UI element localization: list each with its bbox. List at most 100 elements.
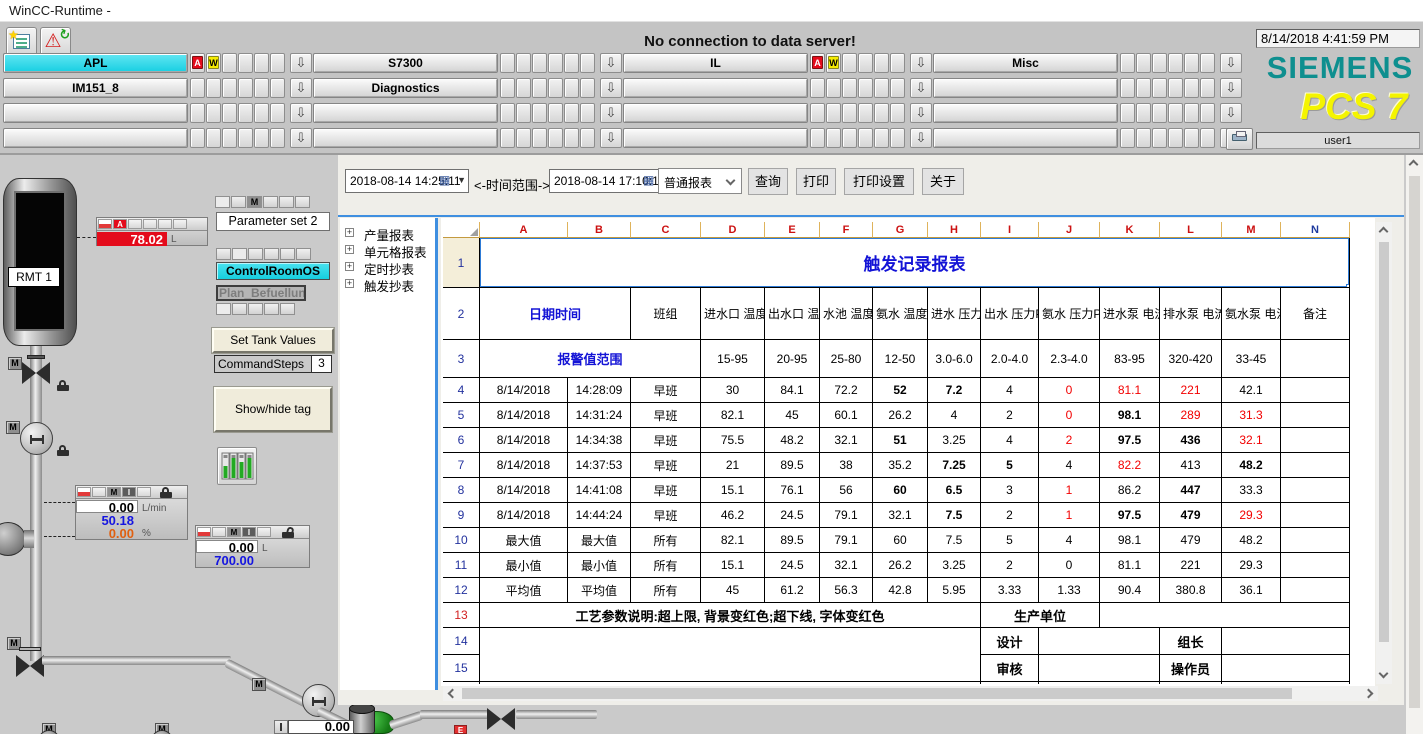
level-faceplate[interactable]: A 78.02 L bbox=[96, 217, 208, 246]
time-cell[interactable]: 14:28:09 bbox=[568, 378, 631, 403]
nav-down-arrow-button[interactable]: ⇩ bbox=[910, 103, 932, 123]
stat-value-cell[interactable]: 90.4 bbox=[1100, 578, 1160, 603]
value-cell[interactable]: 45 bbox=[765, 403, 820, 428]
value-cell[interactable]: 32.1 bbox=[873, 503, 928, 528]
stat-value-cell[interactable]: 0 bbox=[1039, 553, 1100, 578]
column-header-E[interactable]: E bbox=[765, 222, 820, 238]
tree-item-2[interactable]: +单元格报表 bbox=[340, 241, 435, 258]
stat-label-cell[interactable]: 平均值 bbox=[480, 578, 568, 603]
column-header-K[interactable]: K bbox=[1100, 222, 1160, 238]
value-cell[interactable]: 35.2 bbox=[873, 453, 928, 478]
column-header-M[interactable]: M bbox=[1222, 222, 1281, 238]
nav-button-empty-2-2[interactable] bbox=[623, 103, 808, 123]
stat-label-cell[interactable]: 最大值 bbox=[568, 528, 631, 553]
value-cell[interactable]: 72.2 bbox=[820, 378, 873, 403]
value-cell[interactable]: 86.2 bbox=[1100, 478, 1160, 503]
value-cell[interactable]: 52 bbox=[873, 378, 928, 403]
value-cell[interactable] bbox=[1281, 478, 1350, 503]
set-tank-values-button[interactable]: Set Tank Values bbox=[212, 328, 334, 353]
value-cell[interactable]: 38 bbox=[820, 453, 873, 478]
measure-header[interactable]: 进水泵 电流A bbox=[1100, 288, 1160, 340]
value-cell[interactable]: 76.1 bbox=[765, 478, 820, 503]
stat-value-cell[interactable]: 82.1 bbox=[701, 528, 765, 553]
alarm-range-label[interactable]: 报警值范围 bbox=[480, 340, 701, 378]
measure-header[interactable]: 排水泵 电流A bbox=[1160, 288, 1222, 340]
feed-pump[interactable] bbox=[20, 422, 53, 455]
nav-down-arrow-button[interactable]: ⇩ bbox=[600, 53, 622, 73]
stat-value-cell[interactable]: 479 bbox=[1160, 528, 1222, 553]
time-cell[interactable]: 14:31:24 bbox=[568, 403, 631, 428]
stat-value-cell[interactable]: 7.5 bbox=[928, 528, 981, 553]
value-cell[interactable]: 30 bbox=[701, 378, 765, 403]
value-cell[interactable]: 32.1 bbox=[820, 428, 873, 453]
empty-cell[interactable] bbox=[1100, 603, 1350, 628]
measure-header[interactable]: 备注 bbox=[1281, 288, 1350, 340]
sign-label-cell[interactable]: 审核 bbox=[981, 655, 1039, 682]
nav-down-arrow-button[interactable]: ⇩ bbox=[1220, 53, 1242, 73]
value-cell[interactable]: 15.1 bbox=[701, 478, 765, 503]
nav-button-empty-2-3[interactable] bbox=[623, 128, 808, 148]
column-header-B[interactable]: B bbox=[568, 222, 631, 238]
column-header-C[interactable]: C bbox=[631, 222, 701, 238]
sign-value-cell[interactable] bbox=[1222, 655, 1350, 682]
stat-value-cell[interactable]: 1.33 bbox=[1039, 578, 1100, 603]
row-header-6[interactable]: 6 bbox=[443, 428, 480, 453]
column-header-J[interactable]: J bbox=[1039, 222, 1100, 238]
volume-faceplate[interactable]: M I 0.00 L 700.00 bbox=[195, 525, 310, 568]
alarm-range-cell[interactable]: 2.3-4.0 bbox=[1039, 340, 1100, 378]
row-header-11[interactable]: 11 bbox=[443, 553, 480, 578]
alarm-range-cell[interactable]: 2.0-4.0 bbox=[981, 340, 1039, 378]
stat-label-cell[interactable]: 最小值 bbox=[568, 553, 631, 578]
value-cell[interactable]: 7.25 bbox=[928, 453, 981, 478]
end-datetime-picker[interactable]: 2018-08-14 17:10:11 ▦ ▼ bbox=[549, 169, 673, 193]
scroll-right-icon[interactable] bbox=[1364, 689, 1374, 699]
stat-value-cell[interactable]: 26.2 bbox=[873, 553, 928, 578]
report-type-select[interactable]: 普通报表 bbox=[658, 168, 742, 194]
show-hide-tag-button[interactable]: Show/hide tag bbox=[214, 387, 332, 432]
column-header-L[interactable]: L bbox=[1160, 222, 1222, 238]
alarm-range-cell[interactable]: 33-45 bbox=[1222, 340, 1281, 378]
value-cell[interactable]: 32.1 bbox=[1222, 428, 1281, 453]
sheet-vertical-scrollbar[interactable] bbox=[1376, 222, 1392, 684]
shift-cell[interactable]: 早班 bbox=[631, 478, 701, 503]
shift-cell[interactable]: 早班 bbox=[631, 428, 701, 453]
measure-header[interactable]: 氨水 压力Pa bbox=[1039, 288, 1100, 340]
scrollbar-thumb[interactable] bbox=[1409, 176, 1420, 708]
time-cell[interactable]: 14:34:38 bbox=[568, 428, 631, 453]
value-cell[interactable]: 33.3 bbox=[1222, 478, 1281, 503]
value-cell[interactable]: 7.2 bbox=[928, 378, 981, 403]
nav-down-arrow-button[interactable]: ⇩ bbox=[910, 53, 932, 73]
alarm-range-cell[interactable]: 20-95 bbox=[765, 340, 820, 378]
value-cell[interactable]: 82.2 bbox=[1100, 453, 1160, 478]
scroll-up-icon[interactable] bbox=[1379, 227, 1389, 237]
alarm-range-cell[interactable]: 83-95 bbox=[1100, 340, 1160, 378]
value-cell[interactable]: 4 bbox=[928, 403, 981, 428]
value-cell[interactable]: 1 bbox=[1039, 503, 1100, 528]
column-header-G[interactable]: G bbox=[873, 222, 928, 238]
nav-down-arrow-button[interactable]: ⇩ bbox=[290, 103, 312, 123]
time-cell[interactable]: 14:44:24 bbox=[568, 503, 631, 528]
value-cell[interactable]: 2 bbox=[1039, 428, 1100, 453]
value-cell[interactable]: 479 bbox=[1160, 503, 1222, 528]
value-cell[interactable]: 447 bbox=[1160, 478, 1222, 503]
value-cell[interactable]: 3.25 bbox=[928, 428, 981, 453]
stat-value-cell[interactable]: 24.5 bbox=[765, 553, 820, 578]
value-cell[interactable]: 0 bbox=[1039, 378, 1100, 403]
value-cell[interactable] bbox=[1281, 403, 1350, 428]
row-header-2[interactable]: 2 bbox=[443, 288, 480, 340]
about-button[interactable]: 关于 bbox=[922, 168, 964, 195]
nav-button-empty-1-2[interactable] bbox=[313, 103, 498, 123]
scrollbar-thumb[interactable] bbox=[1379, 242, 1389, 642]
stat-value-cell[interactable]: 79.1 bbox=[820, 528, 873, 553]
stat-value-cell[interactable]: 89.5 bbox=[765, 528, 820, 553]
datetime-header[interactable]: 日期时间 bbox=[480, 288, 631, 340]
value-cell[interactable]: 26.2 bbox=[873, 403, 928, 428]
value-cell[interactable]: 48.2 bbox=[1222, 453, 1281, 478]
stat-scope-cell[interactable]: 所有 bbox=[631, 578, 701, 603]
shift-cell[interactable]: 早班 bbox=[631, 503, 701, 528]
empty-cell[interactable] bbox=[1039, 682, 1160, 684]
value-cell[interactable]: 436 bbox=[1160, 428, 1222, 453]
stat-value-cell[interactable]: 3.25 bbox=[928, 553, 981, 578]
row-header-14[interactable]: 14 bbox=[443, 628, 480, 655]
stat-value-cell[interactable]: 81.1 bbox=[1100, 553, 1160, 578]
